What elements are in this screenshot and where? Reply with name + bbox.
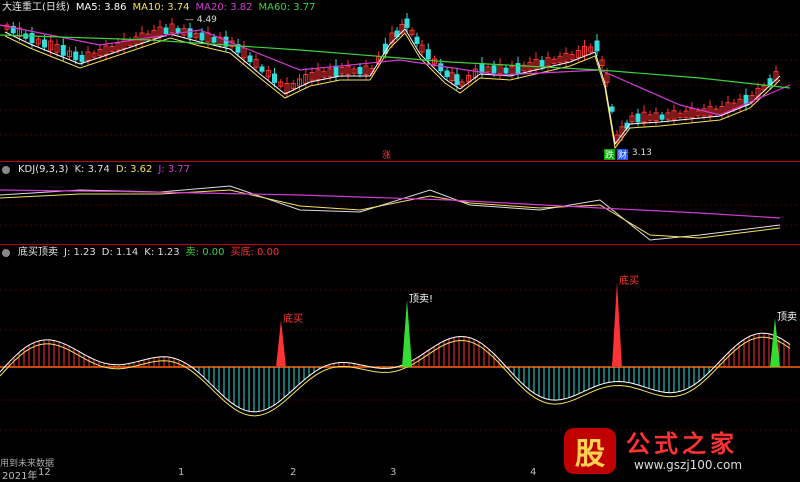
candle-body <box>491 65 497 74</box>
candle-body <box>503 67 509 74</box>
panel-separator[interactable] <box>0 244 800 245</box>
candle-body <box>211 36 217 43</box>
ind-sell-label: 卖: 0.00 <box>185 247 225 258</box>
marker-cai: 财 <box>618 149 627 161</box>
candle-body <box>29 33 35 44</box>
candle-body <box>635 113 641 123</box>
candle-body <box>404 18 410 28</box>
signal-spike <box>402 300 412 367</box>
candle-body <box>79 55 85 63</box>
signal-label: 顶卖! <box>409 293 433 305</box>
ind-buy-label: 买底: 0.00 <box>230 247 280 258</box>
candle-body <box>60 45 66 56</box>
signal-label: 顶卖 <box>777 311 797 323</box>
candle-body <box>444 70 450 78</box>
ind-j-label: J: 1.23 <box>64 247 96 258</box>
indicator-line-d <box>0 336 791 417</box>
candle-body <box>454 74 460 85</box>
chart-canvas: — 4.49— 3.13涨跌财底买顶卖!底买顶卖 <box>0 13 800 431</box>
panel-separator[interactable] <box>0 161 800 162</box>
candle-body <box>175 28 181 34</box>
candle-body <box>357 67 363 75</box>
logo-name: 公式之家 <box>626 430 738 458</box>
kdj-j-label: J: 3.77 <box>158 164 191 175</box>
signal-label: 底买 <box>283 312 303 325</box>
candle-body <box>479 63 485 74</box>
kdj-d-line <box>0 189 781 239</box>
axis-label-dec: 12 <box>38 467 51 478</box>
ind-k-label: K: 1.23 <box>144 247 180 258</box>
signal-label: 底买 <box>619 274 639 287</box>
candle-body <box>438 63 444 72</box>
kdj-d-label: D: 3.62 <box>115 164 153 175</box>
candle-body <box>609 106 615 112</box>
axis-label-feb: 2 <box>290 467 297 478</box>
candle-body <box>333 65 339 77</box>
ma60-label: MA60: 3.77 <box>258 2 316 13</box>
marker-down: 跌 <box>605 150 614 161</box>
candle-body <box>259 66 265 72</box>
axis-label-mar: 3 <box>390 467 397 478</box>
candle-body <box>414 36 420 44</box>
marker-up: 涨 <box>382 150 391 161</box>
candle-body <box>247 55 253 63</box>
axis-label-apr: 4 <box>530 467 537 478</box>
signal-spike <box>612 282 622 367</box>
stock-title[interactable]: 大连重工(日线) <box>2 1 70 15</box>
candle-body <box>163 27 169 35</box>
axis-label-jan: 1 <box>178 467 185 478</box>
kdj-settings-icon[interactable] <box>2 166 10 174</box>
indicator-title[interactable]: 底买顶卖 <box>18 246 58 260</box>
indicator-panel-header: 底买顶卖 J: 1.23 D: 1.14 K: 1.23 卖: 0.00 买底:… <box>2 246 279 260</box>
ma10-label: MA10: 3.74 <box>132 2 190 13</box>
kdj-k-label: K: 3.74 <box>74 164 110 175</box>
kdj-title[interactable]: KDJ(9,3,3) <box>18 163 68 177</box>
candle-body <box>42 39 47 48</box>
candle-body <box>659 114 665 120</box>
signal-spike <box>276 320 286 367</box>
site-logo: 股 公式之家 www.gszj100.com <box>556 424 800 480</box>
logo-url: www.gszj100.com <box>634 458 743 472</box>
ind-d-label: D: 1.14 <box>101 247 139 258</box>
ma20-label: MA20: 3.82 <box>195 2 253 13</box>
candle-body <box>199 32 205 41</box>
indicator-settings-icon[interactable] <box>2 249 10 257</box>
kdj-panel-header: KDJ(9,3,3) K: 3.74 D: 3.62 J: 3.77 <box>2 163 190 177</box>
candle-body <box>539 60 545 68</box>
logo-badge: 股 <box>564 428 616 474</box>
candle-body <box>425 49 431 60</box>
ma5-label: MA5: 3.86 <box>75 2 127 13</box>
candle-body <box>272 73 277 83</box>
candle-body <box>73 51 79 61</box>
candle-body <box>594 40 600 52</box>
high-price-label: — 4.49 <box>185 15 217 25</box>
candle-body <box>187 28 193 38</box>
main-panel-header: 大连重工(日线) MA5: 3.86 MA10: 3.74 MA20: 3.82… <box>2 1 316 15</box>
